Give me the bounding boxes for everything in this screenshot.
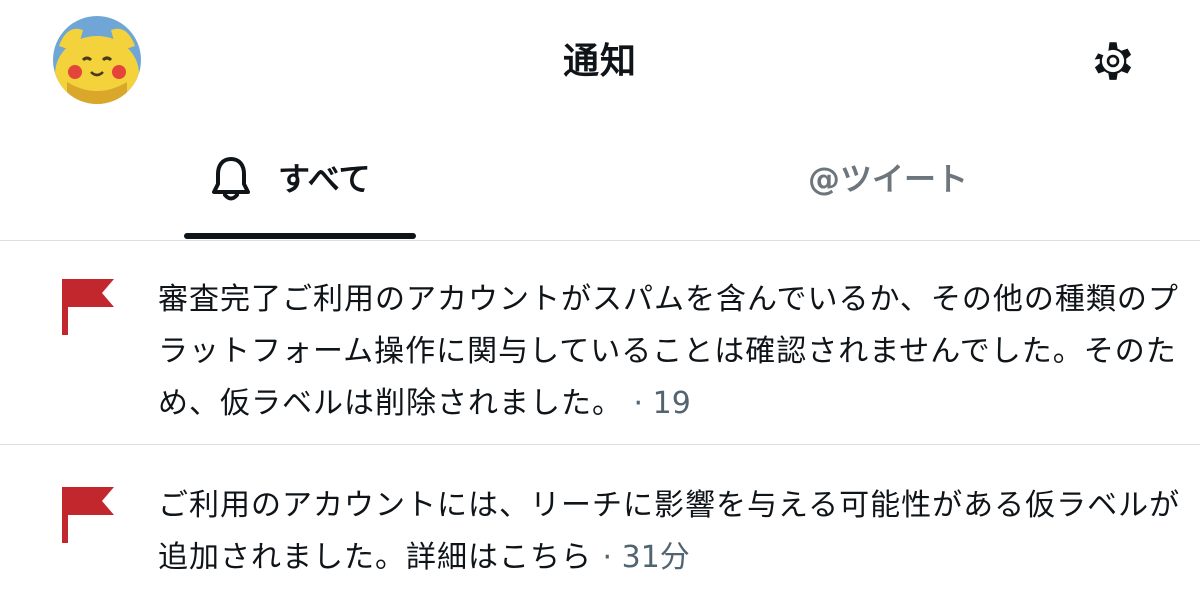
top-bar: 通知 xyxy=(0,0,1200,125)
active-tab-indicator xyxy=(184,233,416,239)
tab-mentions[interactable]: @ツイート xyxy=(750,125,1050,240)
tab-mentions-label: @ツイート xyxy=(808,160,969,198)
flag-icon xyxy=(62,487,114,543)
notification-text: ご利用のアカウントには、リーチに影響を与える可能性がある仮ラベルが追加されました… xyxy=(158,480,1188,584)
tab-all-label: すべて xyxy=(278,160,371,198)
page-title: 通知 xyxy=(562,41,637,82)
notification-item[interactable]: 審査完了ご利用のアカウントがスパムを含んでいるか、その他の種類のプラットフォーム… xyxy=(0,241,1200,445)
settings-button[interactable] xyxy=(1084,32,1142,90)
bell-icon xyxy=(212,157,250,201)
notification-time: · 19 xyxy=(633,386,691,421)
notification-text: 審査完了ご利用のアカウントがスパムを含んでいるか、その他の種類のプラットフォーム… xyxy=(158,274,1188,430)
flag-icon xyxy=(62,279,114,335)
notification-tabs: すべて @ツイート xyxy=(0,125,1200,241)
tab-all[interactable]: すべて xyxy=(150,125,450,240)
notification-item[interactable]: ご利用のアカウントには、リーチに影響を与える可能性がある仮ラベルが追加されました… xyxy=(0,445,1200,598)
notification-time: · 31分 xyxy=(602,540,690,575)
gear-icon xyxy=(1094,42,1132,80)
